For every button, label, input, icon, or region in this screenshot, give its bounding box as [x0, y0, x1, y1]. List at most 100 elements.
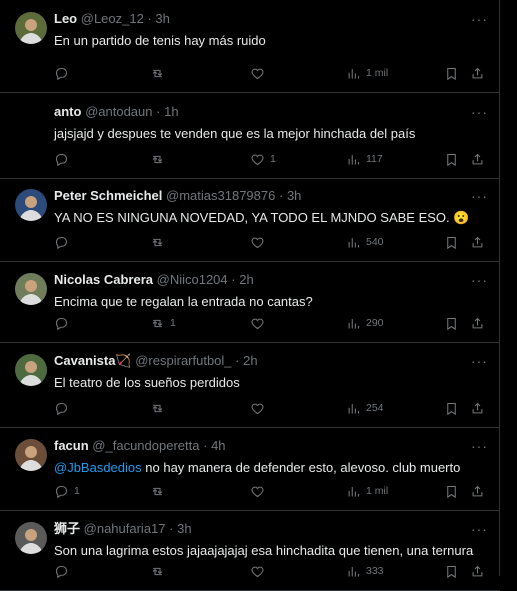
user-handle[interactable]: @antodaun — [85, 104, 152, 119]
retweet-count: 1 — [170, 317, 176, 329]
timestamp[interactable]: 2h — [243, 353, 257, 368]
bookmark-button[interactable] — [444, 399, 459, 417]
display-name[interactable]: anto — [54, 104, 81, 119]
share-button[interactable] — [470, 482, 485, 500]
views-button[interactable]: 117 — [346, 150, 383, 168]
share-button[interactable] — [470, 64, 485, 82]
tweet[interactable]: facun @_facundoperetta · 4h ··· @JbBasde… — [0, 427, 500, 511]
views-button[interactable]: 1 mil — [346, 64, 388, 82]
more-options-icon[interactable]: ··· — [471, 272, 488, 288]
retweet-button[interactable] — [150, 482, 170, 500]
display-name[interactable]: facun — [54, 438, 89, 453]
more-options-icon[interactable]: ··· — [471, 188, 488, 204]
share-button[interactable] — [470, 233, 485, 251]
avatar[interactable] — [15, 12, 47, 44]
like-button[interactable] — [250, 482, 270, 500]
tweet-actions: 254 — [54, 399, 488, 417]
views-button[interactable]: 540 — [346, 233, 384, 251]
share-button[interactable] — [470, 150, 485, 168]
like-button[interactable]: 1 — [250, 150, 276, 168]
retweet-button[interactable] — [150, 399, 170, 417]
timestamp[interactable]: 3h — [177, 521, 191, 536]
avatar[interactable] — [15, 439, 47, 471]
more-options-icon[interactable]: ··· — [471, 104, 488, 120]
display-name[interactable]: Leo — [54, 11, 77, 26]
bookmark-icon — [444, 66, 459, 81]
separator: · — [235, 353, 240, 368]
tweet[interactable]: Cavanista🏹 @respirarfutbol_ · 2h ··· El … — [0, 342, 500, 428]
timestamp[interactable]: 3h — [287, 188, 301, 203]
reply-button[interactable]: 1 — [54, 482, 80, 500]
tweet-text: Encima que te regalan la entrada no cant… — [54, 293, 313, 310]
reply-button[interactable] — [54, 233, 74, 251]
reply-button[interactable] — [54, 562, 74, 580]
bookmark-icon — [444, 484, 459, 499]
like-count: 1 — [270, 153, 276, 165]
user-handle[interactable]: @Niico1204 — [157, 272, 228, 287]
display-name[interactable]: Peter Schmeichel — [54, 188, 162, 203]
like-button[interactable] — [250, 562, 270, 580]
views-icon — [346, 235, 361, 250]
like-button[interactable] — [250, 64, 270, 82]
views-button[interactable]: 290 — [346, 314, 384, 332]
tweet[interactable]: 狮子 @nahufaria17 · 3h ··· Son una lagrima… — [0, 510, 500, 591]
mention-link[interactable]: @JbBasdedios — [54, 460, 142, 475]
views-button[interactable]: 1 mil — [346, 482, 388, 500]
bookmark-button[interactable] — [444, 150, 459, 168]
reply-button[interactable] — [54, 399, 74, 417]
avatar[interactable] — [15, 354, 47, 386]
retweet-button[interactable] — [150, 233, 170, 251]
avatar[interactable] — [15, 522, 47, 554]
tweet[interactable]: Peter Schmeichel @matias31879876 · 3h ··… — [0, 177, 500, 262]
view-count: 254 — [366, 402, 384, 414]
share-button[interactable] — [470, 314, 485, 332]
like-button[interactable] — [250, 399, 270, 417]
timestamp[interactable]: 4h — [211, 438, 225, 453]
retweet-button[interactable] — [150, 64, 170, 82]
bookmark-button[interactable] — [444, 562, 459, 580]
share-button[interactable] — [470, 562, 485, 580]
tweet[interactable]: Leo @Leoz_12 · 3h ··· En un partido de t… — [0, 0, 500, 93]
retweet-button[interactable] — [150, 562, 170, 580]
reply-icon — [54, 316, 69, 331]
tweet-text: YA NO ES NINGUNA NOVEDAD, YA TODO EL MJN… — [54, 209, 469, 226]
more-options-icon[interactable]: ··· — [471, 353, 488, 369]
more-options-icon[interactable]: ··· — [471, 521, 488, 537]
reply-button[interactable] — [54, 314, 74, 332]
timestamp[interactable]: 3h — [155, 11, 169, 26]
user-handle[interactable]: @matias31879876 — [166, 188, 275, 203]
timestamp[interactable]: 2h — [239, 272, 253, 287]
user-handle[interactable]: @respirarfutbol_ — [135, 353, 231, 368]
like-button[interactable] — [250, 233, 270, 251]
view-count: 290 — [366, 317, 384, 329]
bookmark-button[interactable] — [444, 233, 459, 251]
bookmark-button[interactable] — [444, 482, 459, 500]
heart-icon — [250, 484, 265, 499]
scrollbar[interactable] — [499, 0, 517, 576]
more-options-icon[interactable]: ··· — [471, 11, 488, 27]
tweet[interactable]: anto @antodaun · 1h ··· jajsjajd y despu… — [0, 92, 500, 179]
share-button[interactable] — [470, 399, 485, 417]
user-handle[interactable]: @nahufaria17 — [84, 521, 166, 536]
avatar[interactable] — [15, 273, 47, 305]
bookmark-button[interactable] — [444, 64, 459, 82]
retweet-button[interactable]: 1 — [150, 314, 176, 332]
reply-button[interactable] — [54, 150, 74, 168]
views-button[interactable]: 254 — [346, 399, 384, 417]
user-handle[interactable]: @Leoz_12 — [81, 11, 144, 26]
reply-icon — [54, 564, 69, 579]
display-name[interactable]: 狮子 — [54, 521, 80, 536]
more-options-icon[interactable]: ··· — [471, 438, 488, 454]
views-button[interactable]: 333 — [346, 562, 384, 580]
tweet-body: Encima que te regalan la entrada no cant… — [54, 294, 313, 309]
user-handle[interactable]: @_facundoperetta — [92, 438, 199, 453]
avatar[interactable] — [15, 189, 47, 221]
display-name[interactable]: Nicolas Cabrera — [54, 272, 153, 287]
display-name[interactable]: Cavanista🏹 — [54, 353, 132, 368]
reply-button[interactable] — [54, 64, 74, 82]
retweet-button[interactable] — [150, 150, 170, 168]
like-button[interactable] — [250, 314, 270, 332]
timestamp[interactable]: 1h — [164, 104, 178, 119]
tweet[interactable]: Nicolas Cabrera @Niico1204 · 2h ··· Enci… — [0, 261, 500, 343]
bookmark-button[interactable] — [444, 314, 459, 332]
